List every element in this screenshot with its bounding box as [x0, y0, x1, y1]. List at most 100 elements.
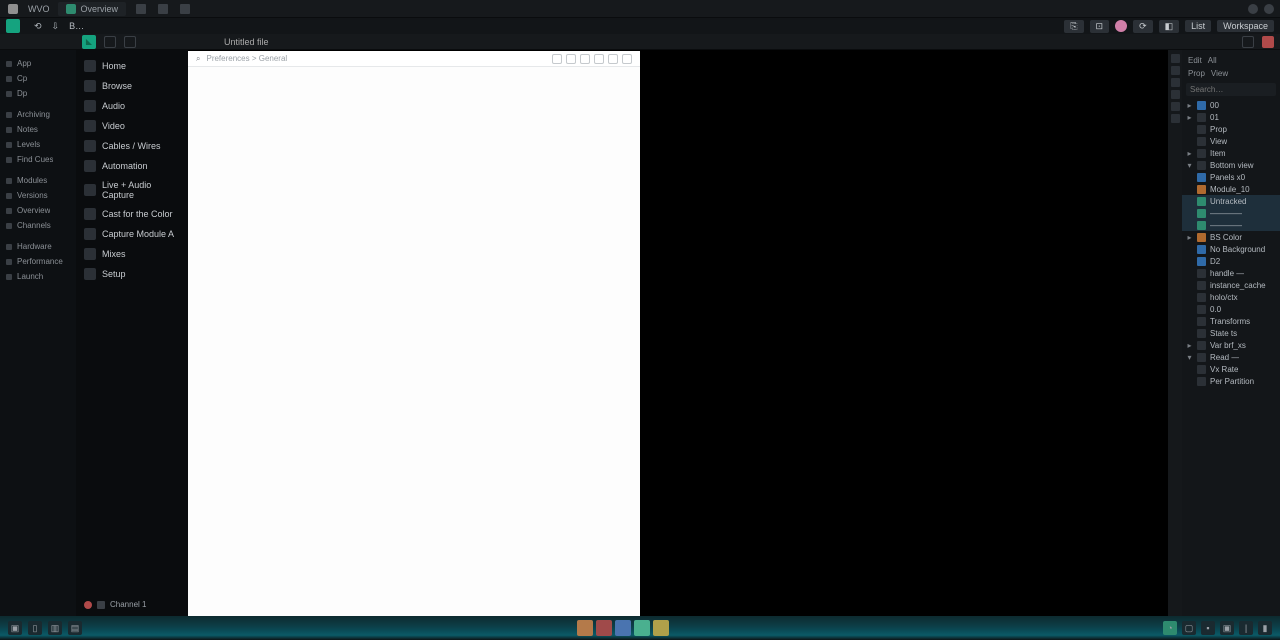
pin-2[interactable]: [615, 620, 631, 636]
sidebar-item-folder[interactable]: Browse: [76, 76, 188, 96]
pin-3[interactable]: [634, 620, 650, 636]
activity-item-9[interactable]: Overview: [4, 203, 72, 218]
doc-tool-1[interactable]: [566, 54, 576, 64]
menu-chip-4[interactable]: List: [1185, 20, 1211, 32]
sidebar-item-mix[interactable]: Mixes: [76, 244, 188, 264]
tb-right-3[interactable]: ▣: [1220, 621, 1234, 635]
sidebar-item-audio[interactable]: Audio: [76, 96, 188, 116]
right-item-23[interactable]: Per Partition: [1182, 375, 1280, 387]
right-tab-1[interactable]: All: [1208, 56, 1217, 65]
user-avatar-icon[interactable]: [1115, 20, 1127, 32]
tb-right-1[interactable]: ▢: [1182, 621, 1196, 635]
sidebar-item-live[interactable]: Live + Audio Capture: [76, 176, 188, 204]
win-min-icon[interactable]: [1248, 4, 1258, 14]
activity-item-11[interactable]: Hardware: [4, 239, 72, 254]
sidebar-item-cast[interactable]: Cast for the Color: [76, 204, 188, 224]
ribbon-back-button[interactable]: [104, 36, 116, 48]
menu-chip-0[interactable]: ⎘: [1064, 20, 1083, 33]
tool-ic-1[interactable]: [1171, 66, 1180, 75]
sidebar-item-capA[interactable]: Capture Module A: [76, 224, 188, 244]
tool-ic-3[interactable]: [1171, 90, 1180, 99]
tb-left-2[interactable]: ▥: [48, 621, 62, 635]
menu-chip-5[interactable]: Workspace: [1217, 20, 1274, 32]
document-body[interactable]: [188, 67, 640, 616]
menu-chip-1[interactable]: ⊡: [1090, 20, 1110, 33]
menu-item-0[interactable]: ⟲: [34, 21, 42, 32]
right-item-4[interactable]: ▸Item: [1182, 147, 1280, 159]
right-tab2-0[interactable]: Prop: [1188, 69, 1205, 78]
sidebar-item-video[interactable]: Video: [76, 116, 188, 136]
doc-search-icon[interactable]: ⌕: [196, 54, 200, 64]
doc-tool-5[interactable]: [622, 54, 632, 64]
sidebar-footer[interactable]: Channel 1: [76, 597, 188, 612]
tb-right-4[interactable]: |: [1239, 621, 1253, 635]
tool-ic-0[interactable]: [1171, 54, 1180, 63]
right-item-14[interactable]: handle —: [1182, 267, 1280, 279]
title-tool-1-icon[interactable]: [134, 2, 148, 16]
pin-0[interactable]: [577, 620, 593, 636]
tb-right-2[interactable]: ▪: [1201, 621, 1215, 635]
doc-tool-0[interactable]: [552, 54, 562, 64]
doc-tool-4[interactable]: [608, 54, 618, 64]
pin-1[interactable]: [596, 620, 612, 636]
tool-ic-5[interactable]: [1171, 114, 1180, 123]
right-item-19[interactable]: State ts: [1182, 327, 1280, 339]
doc-tool-3[interactable]: [594, 54, 604, 64]
activity-item-1[interactable]: Cp: [4, 71, 72, 86]
activity-item-8[interactable]: Versions: [4, 188, 72, 203]
right-item-10[interactable]: ————: [1182, 219, 1280, 231]
activity-item-12[interactable]: Performance: [4, 254, 72, 269]
tb-right-0[interactable]: ◔: [1163, 621, 1177, 635]
right-tab2-1[interactable]: View: [1211, 69, 1228, 78]
preview-pane[interactable]: [640, 51, 1168, 616]
activity-item-3[interactable]: Archiving: [4, 107, 72, 122]
title-tool-3-icon[interactable]: [178, 2, 192, 16]
activity-item-4[interactable]: Notes: [4, 122, 72, 137]
menu-chip-2[interactable]: ⟳: [1133, 20, 1153, 33]
right-item-18[interactable]: Transforms: [1182, 315, 1280, 327]
doc-breadcrumb[interactable]: Preferences > General: [206, 54, 287, 63]
right-item-0[interactable]: ▸00: [1182, 99, 1280, 111]
right-item-16[interactable]: holo/ctx: [1182, 291, 1280, 303]
right-search-input[interactable]: [1186, 83, 1276, 96]
ribbon-fwd-button[interactable]: [124, 36, 136, 48]
right-item-6[interactable]: Panels x0: [1182, 171, 1280, 183]
ribbon-action-1[interactable]: [1242, 36, 1254, 48]
activity-item-7[interactable]: Modules: [4, 173, 72, 188]
sidebar-item-cable[interactable]: Cables / Wires: [76, 136, 188, 156]
menu-item-2[interactable]: B…: [69, 21, 84, 31]
right-item-20[interactable]: ▸Var brf_xs: [1182, 339, 1280, 351]
menu-chip-3[interactable]: ◧: [1159, 20, 1180, 33]
sidebar-item-auto[interactable]: Automation: [76, 156, 188, 176]
title-tab[interactable]: Overview: [58, 2, 127, 16]
tb-left-1[interactable]: ▯: [28, 621, 42, 635]
sidebar-item-setup[interactable]: Setup: [76, 264, 188, 284]
right-item-15[interactable]: instance_cache: [1182, 279, 1280, 291]
tool-ic-2[interactable]: [1171, 78, 1180, 87]
activity-item-0[interactable]: App: [4, 56, 72, 71]
tool-ic-4[interactable]: [1171, 102, 1180, 111]
ribbon-logo-icon[interactable]: [82, 35, 96, 49]
activity-item-6[interactable]: Find Cues: [4, 152, 72, 167]
win-close-icon[interactable]: [1264, 4, 1274, 14]
sidebar-item-home[interactable]: Home: [76, 56, 188, 76]
right-item-21[interactable]: ▾Read —: [1182, 351, 1280, 363]
right-item-17[interactable]: 0.0: [1182, 303, 1280, 315]
pin-4[interactable]: [653, 620, 669, 636]
right-item-12[interactable]: No Background: [1182, 243, 1280, 255]
right-item-7[interactable]: Module_10: [1182, 183, 1280, 195]
right-item-13[interactable]: D2: [1182, 255, 1280, 267]
activity-item-10[interactable]: Channels: [4, 218, 72, 233]
activity-item-13[interactable]: Launch: [4, 269, 72, 284]
right-item-2[interactable]: Prop: [1182, 123, 1280, 135]
tb-right-5[interactable]: ▮: [1258, 621, 1272, 635]
menu-item-1[interactable]: ⇩: [52, 21, 60, 32]
right-item-1[interactable]: ▸01: [1182, 111, 1280, 123]
right-item-3[interactable]: View: [1182, 135, 1280, 147]
doc-tool-2[interactable]: [580, 54, 590, 64]
right-item-22[interactable]: Vx Rate: [1182, 363, 1280, 375]
right-item-8[interactable]: Untracked: [1182, 195, 1280, 207]
tb-left-0[interactable]: ▣: [8, 621, 22, 635]
tb-left-3[interactable]: ▤: [68, 621, 82, 635]
right-item-11[interactable]: ▸BS Color: [1182, 231, 1280, 243]
